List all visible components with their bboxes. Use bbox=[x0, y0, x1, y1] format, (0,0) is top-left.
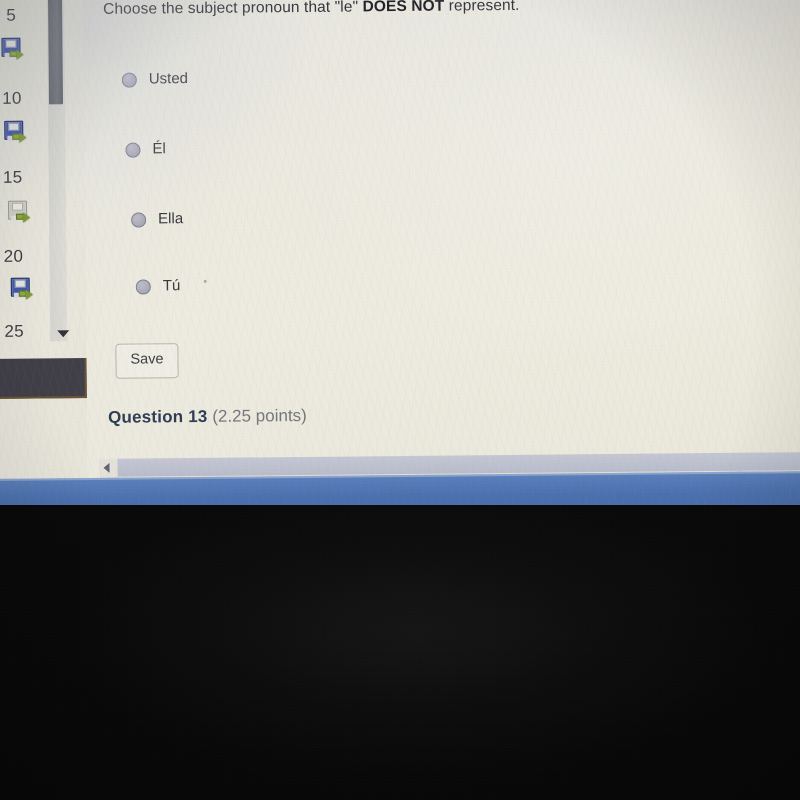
nav-number-5[interactable]: 5 bbox=[0, 6, 37, 26]
question-prompt-emphasis: DOES NOT bbox=[362, 0, 445, 16]
save-icon[interactable] bbox=[1, 37, 24, 60]
radio-button-ella[interactable] bbox=[131, 212, 147, 228]
radio-button-el[interactable] bbox=[125, 142, 141, 158]
save-icon[interactable] bbox=[10, 277, 33, 300]
screenshot-root: 5 10 15 20 25 Choose the subject pronoun… bbox=[0, 0, 800, 800]
nav-number-15[interactable]: 15 bbox=[0, 168, 39, 188]
save-icon[interactable] bbox=[4, 120, 27, 143]
save-button-label: Save bbox=[130, 351, 164, 368]
save-icon[interactable] bbox=[7, 200, 31, 223]
answer-option-label: Ella bbox=[158, 210, 184, 228]
radio-button-tu[interactable] bbox=[135, 279, 151, 295]
answer-option-label: Usted bbox=[148, 70, 189, 88]
laptop-bezel: hp bbox=[0, 505, 800, 800]
vertical-scrollbar-thumb[interactable] bbox=[47, 0, 64, 105]
answer-option-label: Él bbox=[152, 140, 166, 158]
browser-page-background bbox=[0, 0, 800, 520]
scroll-down-arrow-icon[interactable] bbox=[57, 330, 70, 338]
scroll-left-arrow-icon[interactable] bbox=[103, 462, 110, 473]
question-13-points: (2.25 points) bbox=[212, 405, 307, 426]
question-13-title: Question 13 bbox=[107, 406, 208, 427]
question-nav-list: 5 10 15 20 25 bbox=[0, 0, 48, 350]
laptop-screen-photo: 5 10 15 20 25 Choose the subject pronoun… bbox=[0, 0, 800, 520]
question-13-heading: Question 13 (2.25 points) bbox=[108, 406, 307, 428]
question-prompt-before: Choose the subject pronoun that "le" bbox=[103, 0, 359, 18]
nav-number-20[interactable]: 20 bbox=[0, 246, 40, 266]
nav-number-10[interactable]: 10 bbox=[0, 89, 38, 109]
question-prompt-after: represent. bbox=[448, 0, 520, 15]
dust-speck bbox=[203, 279, 207, 283]
radio-button-usted[interactable] bbox=[121, 72, 137, 88]
answer-option-label: Tú bbox=[162, 277, 181, 295]
sidebar-dark-chip[interactable]: s bbox=[0, 358, 87, 400]
nav-number-25[interactable]: 25 bbox=[0, 321, 40, 341]
save-button[interactable]: Save bbox=[115, 343, 179, 379]
